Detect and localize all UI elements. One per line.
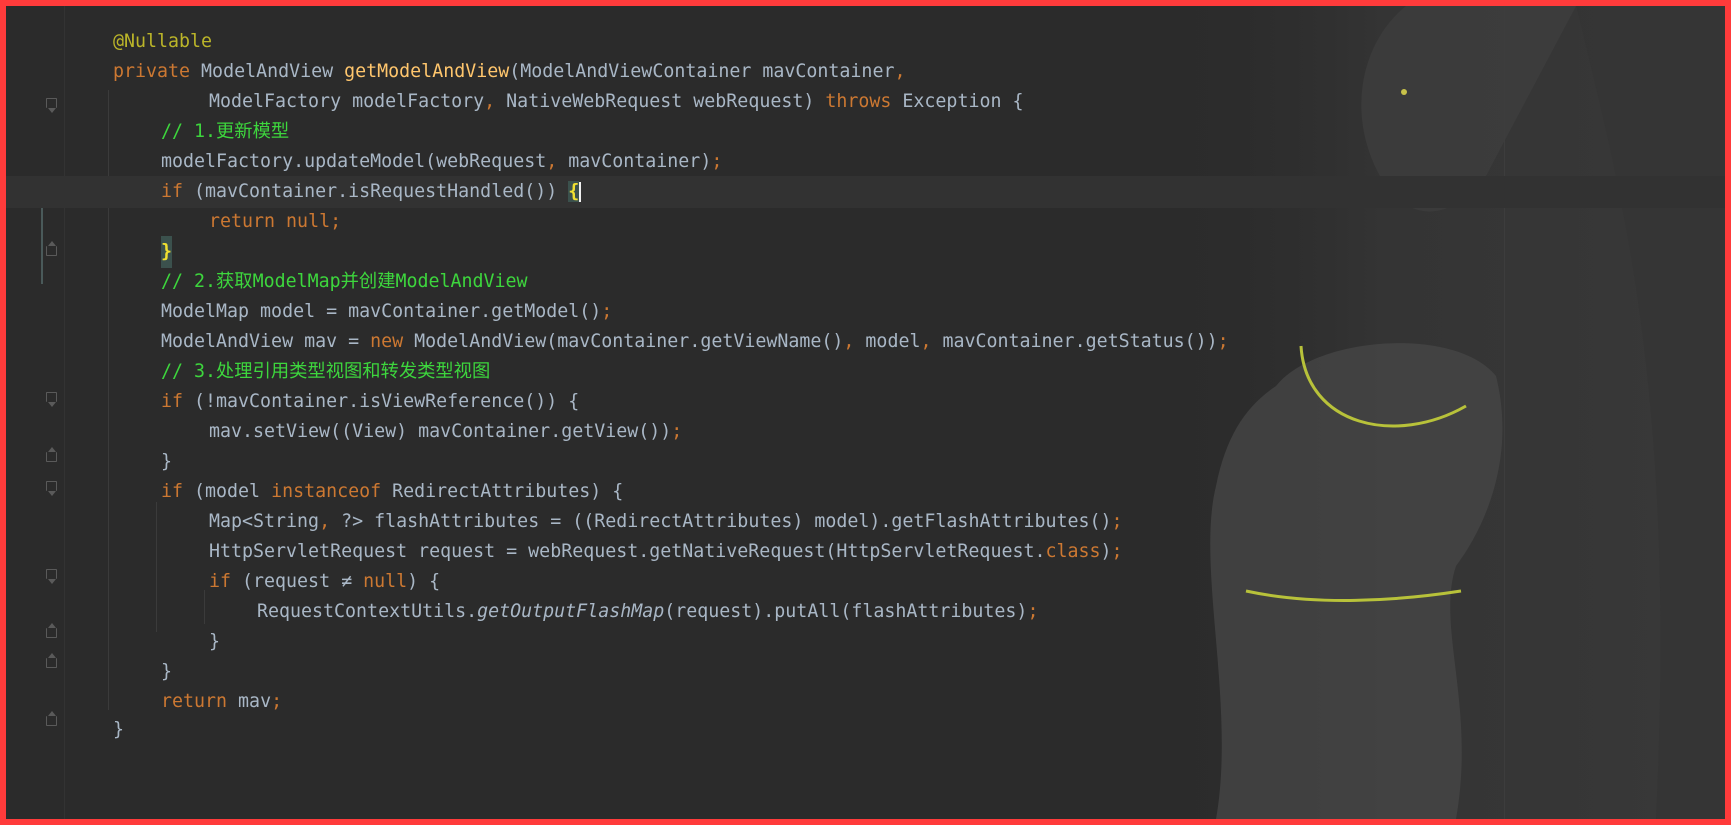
code-line[interactable]: } [6, 656, 1725, 688]
comment-text: // 3.处理引用类型视图和转发类型视图 [161, 361, 491, 382]
code-line[interactable]: @Nullable [6, 26, 1725, 58]
code-line[interactable]: Map<String, ?> flashAttributes = ((Redir… [6, 506, 1725, 538]
editor-frame: @Nullable private ModelAndView getModelA… [6, 6, 1725, 819]
code-text: ModelMap model = mavContainer.getModel()… [161, 301, 613, 322]
code-line[interactable]: // 1.更新模型 [6, 116, 1725, 148]
code-text: if (request ≠ null) { [209, 571, 441, 592]
code-text: if (model instanceof RedirectAttributes)… [161, 481, 624, 502]
code-line-current[interactable]: if (mavContainer.isRequestHandled()) { [6, 176, 1725, 208]
code-line[interactable]: } [6, 446, 1725, 478]
code-line[interactable]: ModelFactory modelFactory, NativeWebRequ… [6, 86, 1725, 118]
code-line[interactable]: if (request ≠ null) { [6, 566, 1725, 598]
code-text: Map<String, ?> flashAttributes = ((Redir… [209, 511, 1123, 532]
comment-text: // 2.获取ModelMap并创建ModelAndView [161, 271, 528, 292]
code-line[interactable]: ModelAndView mav = new ModelAndView(mavC… [6, 326, 1725, 358]
annotation-token: @Nullable [113, 31, 213, 52]
code-text: HttpServletRequest request = webRequest.… [209, 541, 1123, 562]
code-line[interactable]: RequestContextUtils.getOutputFlashMap(re… [6, 596, 1725, 628]
comment-text: // 1.更新模型 [161, 121, 290, 142]
code-text: RequestContextUtils.getOutputFlashMap(re… [257, 601, 1039, 622]
code-line[interactable]: if (!mavContainer.isViewReference()) { [6, 386, 1725, 418]
code-line[interactable]: ModelMap model = mavContainer.getModel()… [6, 296, 1725, 328]
code-line[interactable]: } [6, 236, 1725, 268]
code-text: mav.setView((View) mavContainer.getView(… [209, 421, 683, 442]
code-text: } [209, 631, 221, 652]
matched-brace: } [161, 236, 173, 268]
code-text: if (!mavContainer.isViewReference()) { [161, 391, 580, 412]
code-text: } [113, 719, 125, 740]
code-line[interactable]: // 2.获取ModelMap并创建ModelAndView [6, 266, 1725, 298]
code-line[interactable]: if (model instanceof RedirectAttributes)… [6, 476, 1725, 508]
code-line[interactable]: // 3.处理引用类型视图和转发类型视图 [6, 356, 1725, 388]
code-line[interactable]: mav.setView((View) mavContainer.getView(… [6, 416, 1725, 448]
code-area[interactable]: @Nullable private ModelAndView getModelA… [6, 6, 1725, 819]
code-text: ModelAndView mav = new ModelAndView(mavC… [161, 331, 1229, 352]
code-text: } [161, 661, 173, 682]
code-line[interactable]: } [6, 626, 1725, 658]
code-line[interactable]: HttpServletRequest request = webRequest.… [6, 536, 1725, 568]
code-line[interactable]: private ModelAndView getModelAndView(Mod… [6, 56, 1725, 88]
code-text: ModelFactory modelFactory, NativeWebRequ… [209, 91, 1024, 112]
code-line[interactable]: return null; [6, 206, 1725, 238]
code-text: return null; [209, 211, 342, 232]
code-text: modelFactory.updateModel(webRequest, mav… [161, 151, 723, 172]
code-line[interactable]: } [6, 714, 1725, 746]
code-line[interactable]: modelFactory.updateModel(webRequest, mav… [6, 146, 1725, 178]
matched-brace: { [568, 181, 580, 202]
code-text: } [161, 451, 173, 472]
code-text: if (mavContainer.isRequestHandled()) { [161, 181, 582, 202]
text-caret [579, 182, 582, 202]
code-text: private ModelAndView getModelAndView(Mod… [113, 61, 906, 82]
